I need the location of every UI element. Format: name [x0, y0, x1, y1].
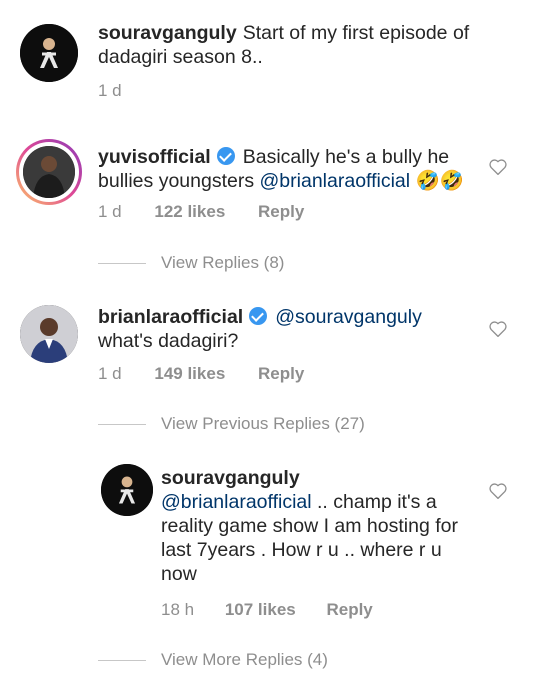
comment-4-meta: 18 h 107 likes Reply — [161, 600, 373, 620]
comment-4-mention[interactable]: @brianlaraofficial — [161, 491, 312, 513]
verified-badge-icon — [249, 307, 268, 325]
avatar-photo-icon — [20, 24, 78, 82]
comment-3-username[interactable]: brianlaraofficial — [98, 306, 243, 328]
avatar-brianlaraofficial[interactable] — [20, 305, 78, 363]
avatar-photo-icon — [20, 305, 78, 363]
thread-divider — [98, 263, 146, 264]
comment-1-time: 1 d — [98, 81, 122, 100]
heart-outline-icon[interactable] — [488, 482, 508, 500]
comment-3-time: 1 d — [98, 364, 122, 383]
comment-2-reply-button[interactable]: Reply — [258, 202, 304, 221]
comment-2-meta: 1 d 122 likes Reply — [98, 202, 304, 222]
avatar-photo-icon — [101, 464, 153, 516]
verified-badge-icon — [216, 147, 235, 165]
avatar-souravganguly[interactable] — [20, 24, 78, 82]
comment-2-mention[interactable]: @brianlaraofficial — [260, 170, 411, 192]
thread-divider — [98, 660, 146, 661]
comment-3-mention[interactable]: @souravganguly — [275, 306, 422, 328]
heart-outline-icon[interactable] — [488, 158, 508, 176]
thread-divider — [98, 424, 146, 425]
avatar-souravganguly-reply[interactable] — [101, 464, 153, 516]
comment-3-reply-button[interactable]: Reply — [258, 364, 304, 383]
comment-3-likes[interactable]: 149 likes — [154, 364, 225, 383]
avatar-yuvisofficial[interactable] — [16, 139, 82, 205]
comment-2-text: yuvisofficial Basically he's a bully he b… — [98, 145, 483, 193]
comment-4-likes[interactable]: 107 likes — [225, 600, 296, 619]
comment-3-meta: 1 d 149 likes Reply — [98, 364, 304, 384]
comment-1-text: souravganguly Start of my first episode o… — [98, 21, 518, 69]
heart-outline-icon[interactable] — [488, 320, 508, 338]
avatar-photo-icon — [23, 146, 75, 198]
comment-4-time: 18 h — [161, 600, 195, 619]
comment-2-emoji: 🤣🤣 — [410, 170, 465, 192]
comment-2-likes[interactable]: 122 likes — [154, 202, 225, 221]
comment-2-time: 1 d — [98, 202, 122, 221]
view-replies-link[interactable]: View Replies (8) — [161, 253, 284, 273]
view-previous-replies-link[interactable]: View Previous Replies (27) — [161, 414, 365, 434]
comment-1-username[interactable]: souravganguly — [98, 22, 237, 44]
comment-4-username[interactable]: souravganguly — [161, 467, 300, 489]
comment-4-text: souravganguly @brianlaraofficial .. champ… — [161, 466, 471, 586]
comment-1-meta: 1 d — [98, 81, 122, 101]
comment-3-body: what's dadagiri? — [98, 330, 239, 352]
view-more-replies-link[interactable]: View More Replies (4) — [161, 650, 328, 670]
comment-2-username[interactable]: yuvisofficial — [98, 146, 211, 168]
comment-3-text: brianlaraofficial @souravganguly what's da… — [98, 305, 483, 353]
comment-4-reply-button[interactable]: Reply — [326, 600, 372, 619]
